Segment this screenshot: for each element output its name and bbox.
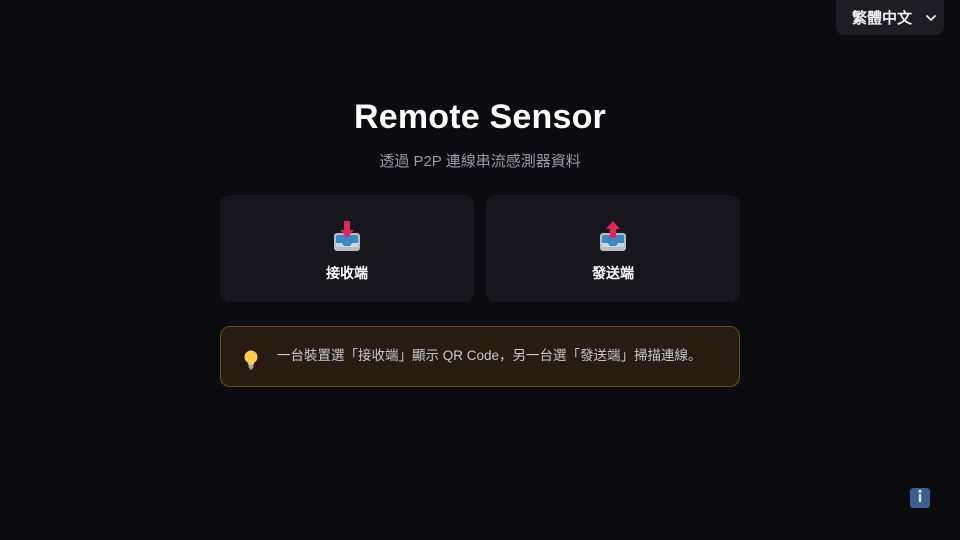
receiver-mode-label: 接收端 xyxy=(326,265,368,281)
language-select[interactable]: 繁體中文 xyxy=(836,0,944,35)
sender-mode-button[interactable]: 發送端 xyxy=(486,195,740,302)
chevron-down-icon xyxy=(926,13,936,23)
receiver-mode-button[interactable]: 接收端 xyxy=(220,195,474,302)
page: 繁體中文 Remote Sensor 透過 P2P 連線串流感測器資料 接收端 xyxy=(0,0,960,540)
info-button[interactable] xyxy=(910,488,930,508)
page-title: Remote Sensor xyxy=(353,98,606,136)
language-select-value: 繁體中文 xyxy=(852,10,913,27)
outbox-upload-icon xyxy=(598,219,628,253)
inbox-download-icon xyxy=(332,219,362,253)
info-icon xyxy=(914,489,926,508)
sender-mode-label: 發送端 xyxy=(592,265,634,281)
lightbulb-icon xyxy=(241,349,261,371)
page-subtitle: 透過 P2P 連線串流感測器資料 xyxy=(379,153,581,170)
tip-text: 一台裝置選「接收端」顯示 QR Code，另一台選「發送端」掃描連線。 xyxy=(277,347,702,363)
tip-banner: 一台裝置選「接收端」顯示 QR Code，另一台選「發送端」掃描連線。 xyxy=(220,326,740,387)
